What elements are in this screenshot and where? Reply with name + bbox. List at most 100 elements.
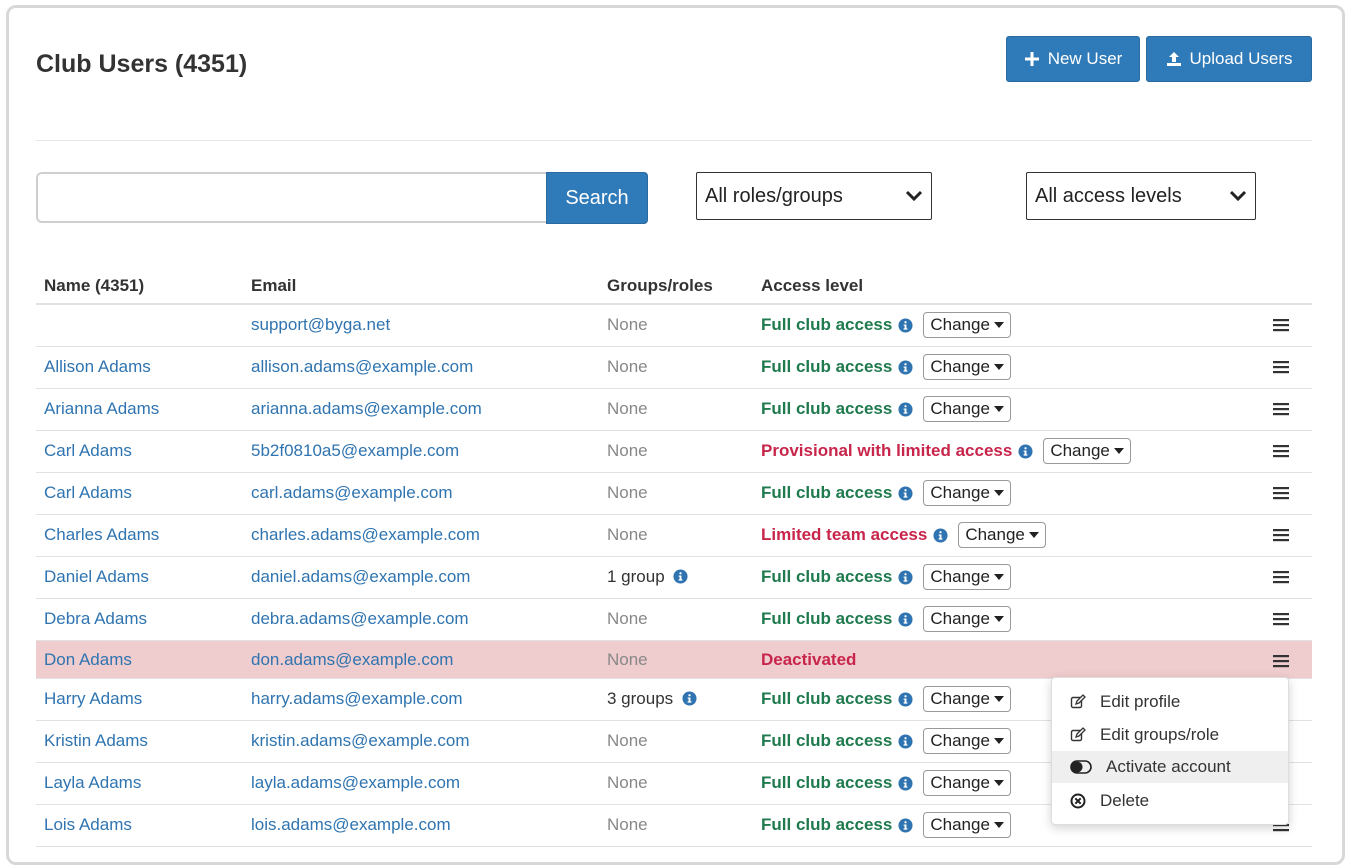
info-icon[interactable] bbox=[673, 569, 688, 584]
user-name-link[interactable]: Charles Adams bbox=[44, 525, 159, 545]
user-email-link[interactable]: harry.adams@example.com bbox=[251, 689, 463, 709]
change-access-button[interactable]: Change bbox=[923, 396, 1011, 422]
user-name-link[interactable]: Arianna Adams bbox=[44, 399, 159, 419]
groups-cell: None bbox=[607, 525, 648, 545]
search-input[interactable] bbox=[36, 172, 548, 223]
caret-down-icon bbox=[993, 363, 1004, 370]
header-email[interactable]: Email bbox=[251, 276, 296, 296]
user-email-link[interactable]: daniel.adams@example.com bbox=[251, 567, 470, 587]
change-access-button[interactable]: Change bbox=[958, 522, 1046, 548]
user-email-link[interactable]: don.adams@example.com bbox=[251, 650, 453, 670]
access-level-cell: Full club access Change bbox=[761, 312, 1011, 338]
user-name-link[interactable]: Debra Adams bbox=[44, 609, 147, 629]
user-name-link[interactable]: Kristin Adams bbox=[44, 731, 148, 751]
hamburger-menu-icon[interactable] bbox=[1272, 569, 1290, 585]
change-access-button[interactable]: Change bbox=[923, 606, 1011, 632]
new-user-button[interactable]: New User bbox=[1006, 36, 1140, 82]
menu-item-activate-account[interactable]: Activate account bbox=[1052, 751, 1288, 783]
groups-text: None bbox=[607, 773, 648, 792]
header-groups[interactable]: Groups/roles bbox=[607, 276, 713, 296]
groups-cell: None bbox=[607, 650, 648, 670]
groups-cell: None bbox=[607, 399, 648, 419]
info-icon[interactable] bbox=[898, 569, 913, 585]
hamburger-menu-icon[interactable] bbox=[1272, 653, 1290, 669]
table-row: Carl Adams 5b2f0810a5@example.com None Prov… bbox=[36, 431, 1312, 473]
access-level-text: Full club access bbox=[761, 815, 893, 834]
user-email-link[interactable]: allison.adams@example.com bbox=[251, 357, 473, 377]
info-icon[interactable] bbox=[898, 317, 913, 333]
edit-icon bbox=[1070, 727, 1086, 742]
info-icon[interactable] bbox=[898, 775, 913, 791]
hamburger-menu-icon[interactable] bbox=[1272, 611, 1290, 627]
user-email-link[interactable]: arianna.adams@example.com bbox=[251, 399, 482, 419]
groups-text: None bbox=[607, 399, 648, 418]
user-name-link[interactable]: Layla Adams bbox=[44, 773, 141, 793]
roles-groups-select[interactable]: All roles/groups bbox=[696, 172, 932, 220]
caret-down-icon bbox=[1113, 447, 1124, 454]
hamburger-menu-icon[interactable] bbox=[1272, 485, 1290, 501]
info-icon[interactable] bbox=[898, 611, 913, 627]
header-access[interactable]: Access level bbox=[761, 276, 863, 296]
hamburger-menu-icon[interactable] bbox=[1272, 359, 1290, 375]
info-icon[interactable] bbox=[898, 359, 913, 375]
groups-text: 1 group bbox=[607, 567, 665, 586]
change-access-label: Change bbox=[930, 689, 990, 708]
access-levels-select[interactable]: All access levels bbox=[1026, 172, 1256, 220]
info-icon[interactable] bbox=[898, 733, 913, 749]
hamburger-menu-icon[interactable] bbox=[1272, 527, 1290, 543]
info-icon[interactable] bbox=[898, 691, 913, 707]
change-access-button[interactable]: Change bbox=[923, 728, 1011, 754]
access-level-cell: Full club access Change bbox=[761, 606, 1011, 632]
user-email-link[interactable]: lois.adams@example.com bbox=[251, 815, 451, 835]
user-name-link[interactable]: Lois Adams bbox=[44, 815, 132, 835]
user-name-link[interactable]: Harry Adams bbox=[44, 689, 142, 709]
change-access-label: Change bbox=[930, 399, 990, 418]
groups-cell[interactable]: 3 groups bbox=[607, 689, 697, 709]
search-button[interactable]: Search bbox=[546, 172, 648, 224]
upload-users-button[interactable]: Upload Users bbox=[1146, 36, 1312, 82]
change-access-button[interactable]: Change bbox=[1043, 438, 1131, 464]
user-email-link[interactable]: 5b2f0810a5@example.com bbox=[251, 441, 459, 461]
info-icon[interactable] bbox=[898, 817, 913, 833]
menu-item-delete[interactable]: Delete bbox=[1052, 785, 1288, 817]
change-access-label: Change bbox=[930, 483, 990, 502]
hamburger-menu-icon[interactable] bbox=[1272, 401, 1290, 417]
change-access-button[interactable]: Change bbox=[923, 480, 1011, 506]
change-access-button[interactable]: Change bbox=[923, 686, 1011, 712]
user-email-link[interactable]: carl.adams@example.com bbox=[251, 483, 453, 503]
table-header: Name (4351) Email Groups/roles Access le… bbox=[36, 268, 1312, 305]
user-email-link[interactable]: layla.adams@example.com bbox=[251, 773, 460, 793]
groups-cell: None bbox=[607, 357, 648, 377]
info-icon[interactable] bbox=[1018, 443, 1033, 459]
access-level-text: Limited team access bbox=[761, 525, 928, 544]
hamburger-menu-icon[interactable] bbox=[1272, 443, 1290, 459]
change-access-button[interactable]: Change bbox=[923, 564, 1011, 590]
info-icon[interactable] bbox=[682, 691, 697, 706]
menu-item-edit-profile[interactable]: Edit profile bbox=[1052, 686, 1288, 718]
user-name-link[interactable]: Don Adams bbox=[44, 650, 132, 670]
user-name-link[interactable]: Daniel Adams bbox=[44, 567, 149, 587]
user-name-link[interactable]: Carl Adams bbox=[44, 441, 132, 461]
user-email-link[interactable]: charles.adams@example.com bbox=[251, 525, 480, 545]
change-access-button[interactable]: Change bbox=[923, 812, 1011, 838]
groups-cell[interactable]: 1 group bbox=[607, 567, 688, 587]
user-name-link[interactable]: Carl Adams bbox=[44, 483, 132, 503]
hamburger-menu-icon[interactable] bbox=[1272, 317, 1290, 333]
user-email-link[interactable]: debra.adams@example.com bbox=[251, 609, 469, 629]
caret-down-icon bbox=[993, 737, 1004, 744]
table-row: Charles Adams charles.adams@example.com No… bbox=[36, 515, 1312, 557]
header-name[interactable]: Name (4351) bbox=[44, 276, 144, 296]
menu-item-label: Activate account bbox=[1106, 757, 1231, 776]
info-icon[interactable] bbox=[898, 401, 913, 417]
user-email-link[interactable]: kristin.adams@example.com bbox=[251, 731, 470, 751]
user-name-link[interactable]: Allison Adams bbox=[44, 357, 151, 377]
info-icon[interactable] bbox=[898, 485, 913, 501]
menu-item-edit-groups[interactable]: Edit groups/role bbox=[1052, 719, 1288, 751]
change-access-button[interactable]: Change bbox=[923, 354, 1011, 380]
user-email-link[interactable]: support@byga.net bbox=[251, 315, 390, 335]
change-access-button[interactable]: Change bbox=[923, 770, 1011, 796]
groups-cell: None bbox=[607, 315, 648, 335]
change-access-button[interactable]: Change bbox=[923, 312, 1011, 338]
info-icon[interactable] bbox=[933, 527, 948, 543]
chevron-down-icon bbox=[905, 190, 923, 202]
